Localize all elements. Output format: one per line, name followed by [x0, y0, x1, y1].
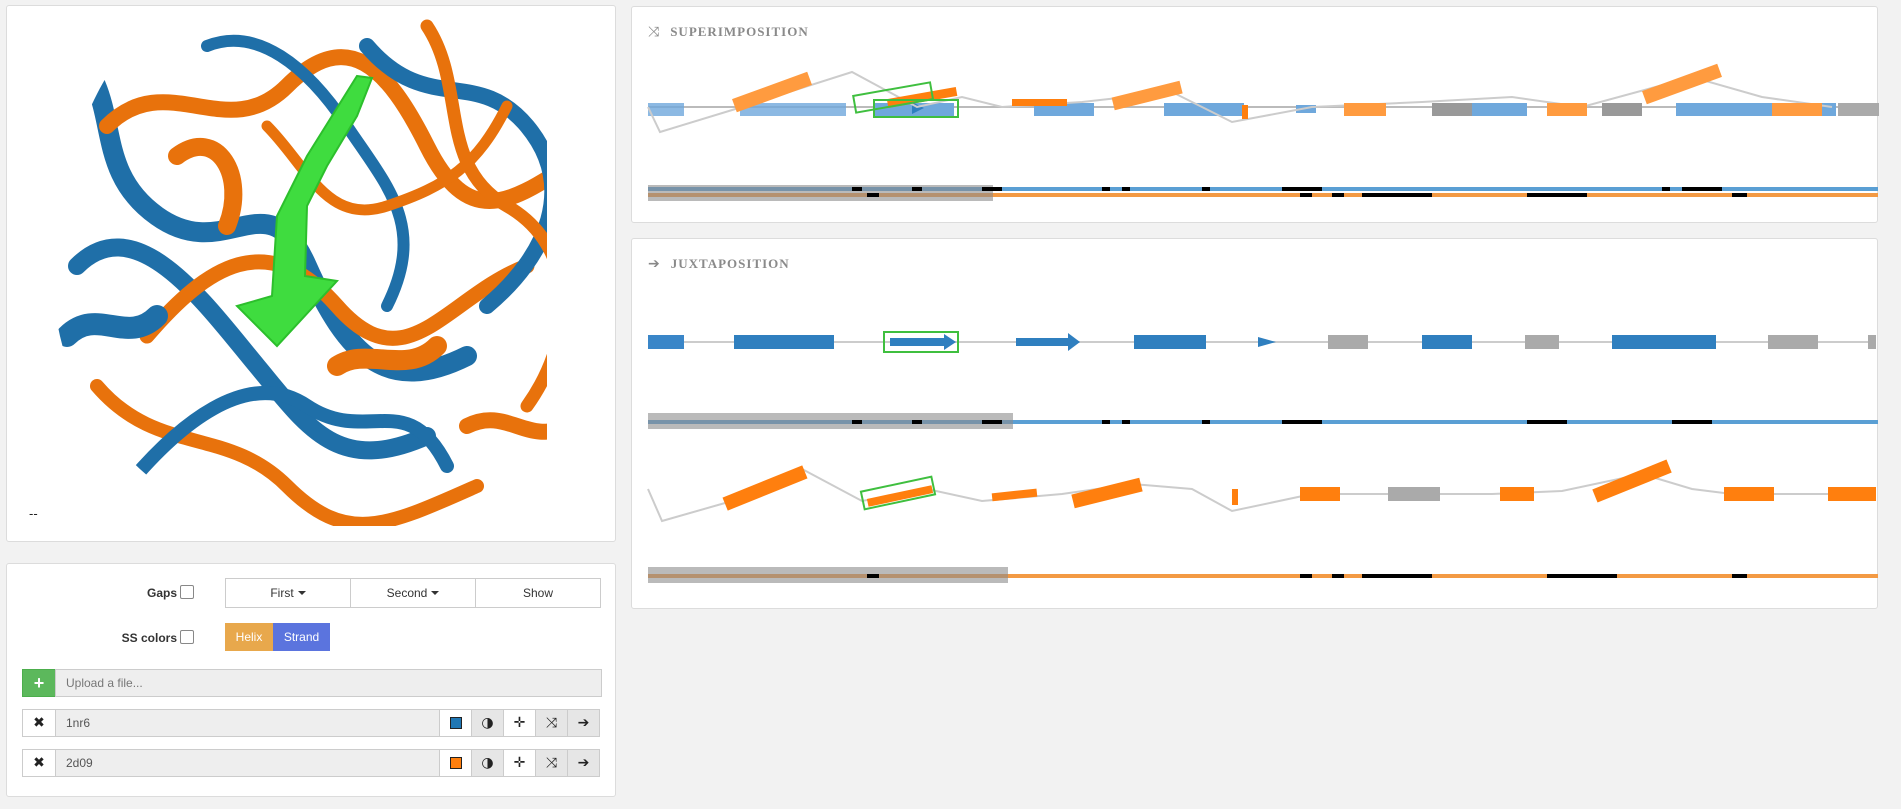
- crosshair-icon: ✛: [513, 715, 526, 731]
- upload-file-input[interactable]: Upload a file...: [55, 669, 602, 697]
- juxtaposition-panel: ➔ JUXTAPOSITION: [631, 238, 1878, 609]
- plus-icon: +: [33, 672, 45, 693]
- remove-structure-button[interactable]: ✖: [22, 709, 56, 737]
- center-button[interactable]: ✛: [503, 749, 536, 777]
- superimposition-track[interactable]: [632, 7, 1879, 224]
- strand-color-button[interactable]: Strand: [273, 623, 330, 651]
- sequence-bar-2d09[interactable]: [648, 567, 1878, 583]
- opacity-toggle[interactable]: ◑: [471, 749, 504, 777]
- arrow-right-icon: ➔: [577, 755, 590, 771]
- shuffle-icon: ⤨: [545, 755, 558, 771]
- superimpose-toggle[interactable]: ⤨: [535, 749, 568, 777]
- add-file-button[interactable]: +: [22, 669, 56, 697]
- second-dropdown[interactable]: Second: [350, 578, 476, 608]
- show-button[interactable]: Show: [475, 578, 601, 608]
- center-button[interactable]: ✛: [503, 709, 536, 737]
- sequence-alignment-bars[interactable]: [648, 185, 1878, 201]
- juxtaposition-tracks[interactable]: [632, 239, 1879, 610]
- ss-colors-label: SS colors: [121, 631, 177, 645]
- controls-panel: Gaps First Second Show SS colors Helix S…: [6, 563, 616, 797]
- superimposition-panel: ⤨ SUPERIMPOSITION: [631, 6, 1879, 224]
- structure-color-button[interactable]: [439, 709, 472, 737]
- arrow-right-icon: ➔: [577, 715, 590, 731]
- remove-structure-button[interactable]: ✖: [22, 749, 56, 777]
- close-icon: ✖: [33, 755, 45, 771]
- gaps-checkbox[interactable]: [180, 585, 194, 599]
- juxtapose-toggle[interactable]: ➔: [567, 709, 600, 737]
- ss-colors-checkbox[interactable]: [180, 630, 194, 644]
- molecule-rendering[interactable]: --: [7, 6, 616, 542]
- helix-color-button[interactable]: Helix: [225, 623, 273, 651]
- structure-1nr6-row: [648, 331, 1876, 353]
- contrast-icon: ◑: [481, 755, 494, 771]
- superimpose-toggle[interactable]: ⤨: [535, 709, 568, 737]
- chevron-down-icon: [297, 591, 306, 595]
- color-swatch-icon: [449, 717, 462, 729]
- opacity-toggle[interactable]: ◑: [471, 709, 504, 737]
- structure-2d09-elements: [647, 63, 1833, 134]
- close-icon: ✖: [33, 715, 45, 731]
- structure-1nr6-elements: [648, 102, 1879, 116]
- contrast-icon: ◑: [481, 715, 494, 731]
- structure-viewer[interactable]: --: [6, 5, 616, 542]
- structure-color-button[interactable]: [439, 749, 472, 777]
- first-dropdown-label: First: [270, 586, 294, 600]
- gaps-label: Gaps: [146, 586, 177, 600]
- shuffle-icon: ⤨: [545, 715, 558, 731]
- sequence-bar-1nr6[interactable]: [648, 413, 1878, 429]
- structure-2d09-row: [647, 459, 1876, 523]
- chevron-down-icon: [431, 591, 440, 595]
- structure-name: 2d09: [55, 749, 440, 777]
- color-swatch-icon: [449, 757, 462, 769]
- first-dropdown[interactable]: First: [225, 578, 351, 608]
- viewer-status: --: [29, 506, 38, 521]
- structure-name: 1nr6: [55, 709, 440, 737]
- crosshair-icon: ✛: [513, 755, 526, 771]
- juxtapose-toggle[interactable]: ➔: [567, 749, 600, 777]
- second-dropdown-label: Second: [386, 586, 428, 600]
